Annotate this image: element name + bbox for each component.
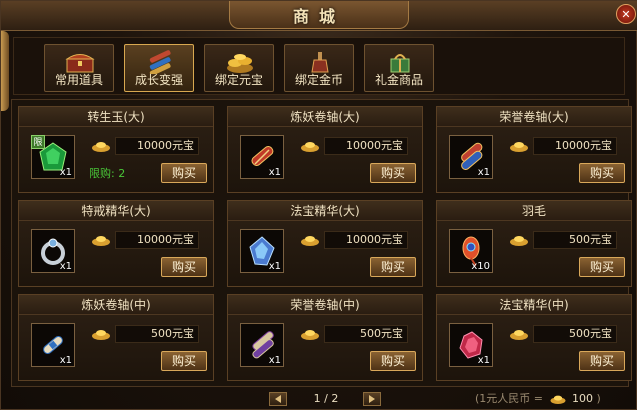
buy-button[interactable]: 购买	[370, 257, 416, 277]
shop-item: 法宝精华(中) x1 500元宝 购买	[436, 294, 632, 381]
arrow-right-icon	[369, 395, 375, 403]
frame-ornament	[1, 31, 9, 111]
item-slot[interactable]: x1	[240, 323, 284, 367]
item-price: 10000元宝	[115, 137, 199, 155]
ingot-icon	[550, 395, 566, 404]
item-quantity: x1	[59, 167, 72, 178]
item-name: 炼妖卷轴(大)	[228, 107, 422, 127]
shop-item: 法宝精华(大) x1 10000元宝 购买	[227, 200, 423, 287]
tab-bound-gold[interactable]: 绑定金币	[284, 44, 354, 92]
buy-button[interactable]: 购买	[579, 351, 625, 371]
shop-item: 荣誉卷轴(大) x1 10000元宝 购买	[436, 106, 632, 193]
ingot-icon	[301, 236, 319, 246]
item-name: 荣誉卷轴(大)	[437, 107, 631, 127]
ingot-icon	[301, 330, 319, 340]
item-price: 10000元宝	[533, 137, 617, 155]
item-quantity: x1	[477, 355, 490, 366]
buy-button[interactable]: 购买	[161, 257, 207, 277]
window-title: 商城	[292, 6, 345, 26]
shop-item: 转生玉(大) 限 x1 10000元宝 限购: 2 购买	[18, 106, 214, 193]
item-name: 法宝精华(中)	[437, 295, 631, 315]
item-slot[interactable]: x1	[31, 323, 75, 367]
buy-button[interactable]: 购买	[579, 257, 625, 277]
buy-button[interactable]: 购买	[161, 351, 207, 371]
category-tabs: 常用道具 成长变强 绑定元宝 绑定金币 礼金商品	[13, 37, 625, 95]
buy-button[interactable]: 购买	[161, 163, 207, 183]
item-quantity: x10	[471, 261, 490, 272]
buy-button[interactable]: 购买	[370, 163, 416, 183]
title-plate: 商城	[229, 1, 409, 29]
item-name: 法宝精华(大)	[228, 201, 422, 221]
page-indicator: 1 / 2	[313, 392, 339, 405]
close-button[interactable]: ✕	[616, 4, 636, 24]
item-slot[interactable]: x1	[240, 135, 284, 179]
shop-window: 商城 ✕ 常用道具 成长变强 绑定元宝 绑定金币 礼金商品 转生玉(大) 限 x…	[0, 0, 637, 410]
item-price: 500元宝	[533, 325, 617, 343]
item-quantity: x1	[268, 261, 281, 272]
ingot-icon	[301, 142, 319, 152]
ingot-icon	[510, 236, 528, 246]
item-price: 10000元宝	[324, 137, 408, 155]
item-name: 转生玉(大)	[19, 107, 213, 127]
buy-button[interactable]: 购买	[579, 163, 625, 183]
limited-tag: 限	[31, 135, 45, 149]
shop-item: 特戒精华(大) x1 10000元宝 购买	[18, 200, 214, 287]
exchange-rate-suffix: )	[596, 392, 601, 405]
ingot-icon	[92, 330, 110, 340]
shop-item: 荣誉卷轴(中) x1 500元宝 购买	[227, 294, 423, 381]
exchange-rate-value: 100	[572, 392, 594, 405]
tab-common-items[interactable]: 常用道具	[44, 44, 114, 92]
item-quantity: x1	[268, 355, 281, 366]
item-quantity: x1	[268, 167, 281, 178]
item-grid: 转生玉(大) 限 x1 10000元宝 限购: 2 购买 炼妖卷轴(大) x1 …	[11, 99, 632, 387]
item-quantity: x1	[477, 167, 490, 178]
item-slot[interactable]: x1	[31, 229, 75, 273]
tab-gift-goods[interactable]: 礼金商品	[364, 44, 434, 92]
item-quantity: x1	[59, 355, 72, 366]
item-slot[interactable]: x1	[240, 229, 284, 273]
item-quantity: x1	[59, 261, 72, 272]
tab-label: 常用道具	[54, 73, 103, 87]
title-bar[interactable]: 商城 ✕	[1, 1, 637, 31]
exchange-rate-label: (1元人民币 =	[475, 392, 544, 405]
next-page-button[interactable]	[363, 392, 381, 406]
item-price: 10000元宝	[115, 231, 199, 249]
item-name: 羽毛	[437, 201, 631, 221]
arrow-left-icon	[275, 395, 281, 403]
shop-item: 炼妖卷轴(中) x1 500元宝 购买	[18, 294, 214, 381]
ingot-icon	[92, 236, 110, 246]
shop-item: 羽毛 x10 500元宝 购买	[436, 200, 632, 287]
tab-label: 礼金商品	[374, 73, 423, 87]
item-price: 500元宝	[533, 231, 617, 249]
item-price: 500元宝	[115, 325, 199, 343]
item-slot[interactable]: x1	[449, 323, 493, 367]
exchange-rate: (1元人民币 = 100 )	[475, 392, 625, 406]
buy-button[interactable]: 购买	[370, 351, 416, 371]
prev-page-button[interactable]	[269, 392, 287, 406]
shop-item: 炼妖卷轴(大) x1 10000元宝 购买	[227, 106, 423, 193]
item-slot[interactable]: x10	[449, 229, 493, 273]
item-price: 10000元宝	[324, 231, 408, 249]
ingot-icon	[510, 142, 528, 152]
item-name: 炼妖卷轴(中)	[19, 295, 213, 315]
tab-grow-stronger[interactable]: 成长变强	[124, 44, 194, 92]
tab-label: 成长变强	[134, 73, 183, 87]
item-slot[interactable]: x1	[449, 135, 493, 179]
ingot-icon	[92, 142, 110, 152]
ingot-icon	[510, 330, 528, 340]
item-price: 500元宝	[324, 325, 408, 343]
item-slot[interactable]: 限 x1	[31, 135, 75, 179]
item-name: 荣誉卷轴(中)	[228, 295, 422, 315]
close-icon: ✕	[621, 7, 631, 21]
tab-bound-ingot[interactable]: 绑定元宝	[204, 44, 274, 92]
tab-label: 绑定元宝	[214, 73, 263, 87]
tab-label: 绑定金币	[294, 73, 343, 87]
purchase-limit: 限购: 2	[89, 167, 126, 180]
item-name: 特戒精华(大)	[19, 201, 213, 221]
